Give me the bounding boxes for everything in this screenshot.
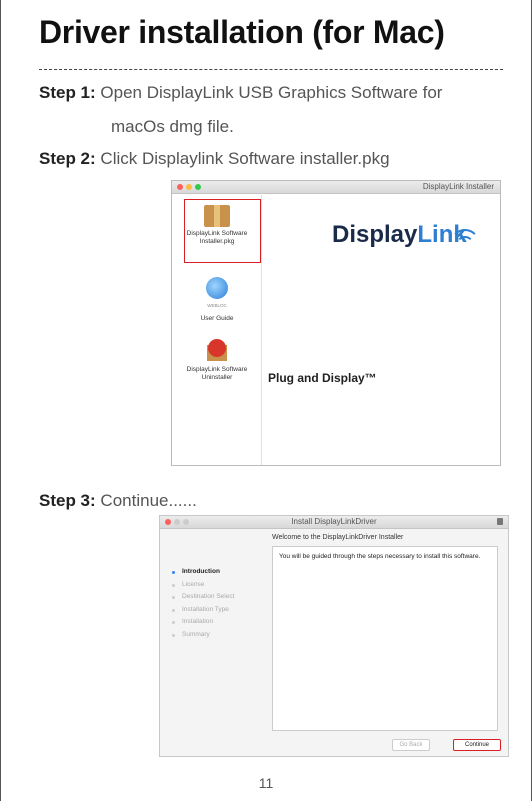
webloc-icon — [206, 277, 228, 299]
go-back-button[interactable]: Go Back — [392, 739, 430, 751]
tagline: Plug and Display™ — [268, 371, 377, 385]
step-2-text: Click Displaylink Software installer.pkg — [100, 149, 390, 168]
manual-page: Driver installation (for Mac) Step 1: Op… — [0, 0, 532, 801]
title-divider — [39, 69, 503, 70]
step-3-text: Continue...... — [100, 491, 197, 510]
step-1-text-cont: macOs dmg file. — [111, 117, 234, 136]
titlebar: DisplayLink Installer — [172, 181, 500, 194]
continue-button[interactable]: Continue — [453, 739, 501, 751]
installer-steps-nav: Introduction License Destination Select … — [170, 566, 234, 641]
nav-summary: Summary — [170, 629, 234, 642]
step-1-text: Open DisplayLink USB Graphics Software f… — [100, 83, 443, 102]
titlebar: Install DisplayLinkDriver — [160, 516, 508, 529]
install-driver-window: Install DisplayLinkDriver Welcome to the… — [159, 515, 509, 757]
zoom-icon — [195, 184, 201, 190]
nav-installation: Installation — [170, 616, 234, 629]
content-pane: You will be guided through the steps nec… — [272, 546, 498, 731]
step-2: Step 2: Click Displaylink Software insta… — [39, 148, 390, 170]
step-1-label: Step 1: — [39, 83, 96, 102]
uninstaller-icon — [204, 339, 230, 363]
intro-message: You will be guided through the steps nec… — [279, 553, 481, 560]
user-guide-item: WEBLOC User Guide — [172, 277, 262, 323]
close-icon — [177, 184, 183, 190]
displaylink-installer-window: DisplayLink Installer DisplayLink Softwa… — [171, 180, 501, 466]
nav-introduction: Introduction — [170, 566, 234, 579]
step-3: Step 3: Continue...... — [39, 490, 197, 512]
nav-installation-type: Installation Type — [170, 604, 234, 617]
displaylink-logo: DisplayLink — [332, 221, 467, 248]
window-title: DisplayLink Installer — [422, 182, 494, 191]
lock-icon — [497, 518, 503, 525]
uninstaller-item: DisplayLink Software Uninstaller — [172, 339, 262, 382]
step-1: Step 1: Open DisplayLink USB Graphics So… — [39, 82, 442, 138]
nav-license: License — [170, 579, 234, 592]
welcome-heading: Welcome to the DisplayLinkDriver Install… — [272, 534, 404, 541]
nav-destination-select: Destination Select — [170, 591, 234, 604]
step-3-label: Step 3: — [39, 491, 96, 510]
step-2-label: Step 2: — [39, 149, 96, 168]
installer-highlight — [184, 199, 261, 263]
minimize-icon — [186, 184, 192, 190]
page-number: 11 — [258, 775, 274, 791]
window-title: Install DisplayLinkDriver — [291, 517, 377, 526]
page-title: Driver installation (for Mac) — [39, 14, 445, 50]
